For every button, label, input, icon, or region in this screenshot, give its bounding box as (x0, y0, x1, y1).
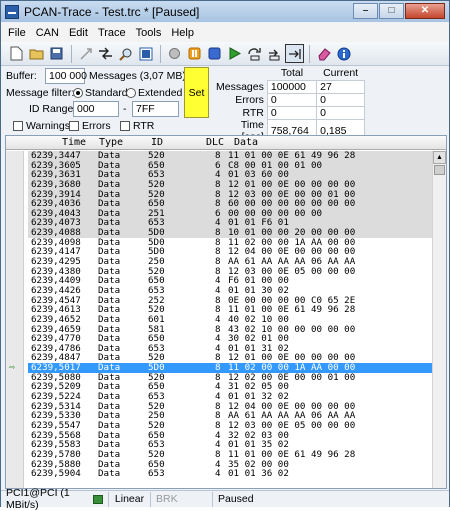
table-row[interactable]: 6239,5904 Data 653 4 01 01 36 02 (28, 469, 432, 479)
stats-errors-total: 0 (266, 92, 318, 107)
status-brk: BRK (151, 491, 213, 507)
standard-radio[interactable] (73, 88, 83, 98)
id-range-separator: - (123, 103, 127, 115)
message-rows: 6239,3447 Data 520 8 11 01 00 0E 61 49 96 28… (9, 151, 432, 479)
id-range-label: ID Range: (29, 103, 77, 115)
status-hardware: PCI1@PCI (1 MBit/s) (1, 487, 109, 511)
column-data[interactable]: Data (234, 137, 258, 148)
toolbar (1, 42, 449, 66)
list-header: Time Type ID DLC Data (6, 136, 446, 150)
menu-bar: File CAN Edit Trace Tools Help (1, 23, 449, 42)
minimize-button[interactable]: – (353, 3, 378, 19)
id-range-to-input[interactable]: 7FF (132, 101, 179, 117)
cell-time: 6239,5904 (31, 468, 81, 480)
column-dlc[interactable]: DLC (206, 137, 224, 148)
stats-label-errors: Errors (235, 93, 264, 106)
filter-label: Message filter: (6, 87, 75, 99)
rtr-label: RTR (133, 120, 155, 132)
status-bar: PCI1@PCI (1 MBit/s) Linear BRK Paused (1, 487, 449, 511)
scroll-thumb[interactable] (434, 165, 445, 175)
status-mode: Linear (109, 491, 151, 507)
errors-checkbox[interactable] (69, 121, 79, 131)
menu-edit[interactable]: Edit (64, 27, 93, 39)
bus-status-icon (92, 494, 103, 504)
window-title: PCAN-Trace - Test.trc * [Paused] (24, 4, 200, 19)
stats-messages-current: 27 (316, 79, 365, 94)
linear-mode-icon[interactable] (245, 44, 264, 63)
info-icon[interactable] (334, 44, 353, 63)
extended-radio[interactable] (126, 88, 136, 98)
vertical-scrollbar[interactable]: ▲ (432, 151, 446, 488)
connect-icon[interactable] (76, 44, 95, 63)
app-icon (5, 4, 19, 19)
erase-icon[interactable] (314, 44, 333, 63)
message-list[interactable]: Time Type ID DLC Data 6239,3447 Data 520 8 1… (5, 135, 447, 489)
hardware-text: PCI1@PCI (1 MBit/s) (6, 487, 70, 511)
cell-type: Data (98, 468, 121, 480)
buffer-label: Buffer: (6, 70, 37, 82)
column-time[interactable]: Time (62, 137, 86, 148)
play-icon[interactable] (225, 44, 244, 63)
title-bar[interactable]: PCAN-Trace - Test.trc * [Paused] – □ ✕ (1, 1, 449, 22)
current-row-arrow-icon: ⇨ (9, 362, 16, 374)
cell-id: 653 (148, 468, 165, 480)
new-file-icon[interactable] (7, 44, 26, 63)
stats-rtr-total: 0 (266, 105, 318, 120)
ring-buffer-icon[interactable] (265, 44, 284, 63)
stats-errors-current: 0 (316, 92, 365, 107)
menu-can[interactable]: CAN (31, 27, 64, 39)
buffer-size-input[interactable]: 100 000 (45, 68, 87, 84)
menu-help[interactable]: Help (166, 27, 199, 39)
stats-header-total: Total (280, 67, 304, 80)
warnings-label: Warnings (26, 120, 70, 132)
cell-data: 01 01 36 02 (228, 468, 289, 480)
set-button[interactable]: Set (184, 67, 209, 118)
pause-icon[interactable] (185, 44, 204, 63)
autoscroll-icon[interactable] (285, 44, 304, 63)
open-folder-icon[interactable] (27, 44, 46, 63)
menu-file[interactable]: File (3, 27, 31, 39)
stats-messages-total: 100000 (266, 79, 318, 94)
stats-header-current: Current (323, 67, 359, 80)
scroll-up-icon[interactable]: ▲ (433, 151, 446, 164)
maximize-button[interactable]: □ (379, 3, 404, 19)
standard-label: Standard (85, 87, 128, 99)
cell-dlc: 4 (215, 468, 221, 480)
menu-tools[interactable]: Tools (131, 27, 167, 39)
search-icon[interactable] (116, 44, 135, 63)
warnings-checkbox[interactable] (13, 121, 23, 131)
extended-label: Extended (138, 87, 183, 99)
stats-label-messages: Messages (216, 80, 264, 93)
save-icon[interactable] (47, 44, 66, 63)
record-icon[interactable] (165, 44, 184, 63)
row-marker-bar (6, 151, 24, 488)
rtr-checkbox[interactable] (120, 121, 130, 131)
column-id[interactable]: ID (151, 137, 163, 148)
menu-trace[interactable]: Trace (93, 27, 131, 39)
stop-icon[interactable] (205, 44, 224, 63)
errors-label: Errors (82, 120, 111, 132)
app-window: PCAN-Trace - Test.trc * [Paused] – □ ✕ F… (0, 0, 450, 511)
statistics-table: Total Current Messages 100000 27 Errors … (213, 67, 365, 144)
stats-rtr-current: 0 (316, 105, 365, 120)
id-range-from-input[interactable]: 000 (73, 101, 119, 117)
status-state: Paused (218, 493, 254, 505)
transfer-icon[interactable] (96, 44, 115, 63)
trace-settings-panel: Buffer: 100 000 Messages (3,07 MB) Messa… (1, 66, 449, 144)
stats-label-rtr: RTR (242, 106, 264, 119)
column-type[interactable]: Type (99, 137, 123, 148)
close-button[interactable]: ✕ (405, 3, 445, 19)
properties-icon[interactable] (136, 44, 155, 63)
buffer-info: Messages (3,07 MB) (89, 70, 186, 82)
